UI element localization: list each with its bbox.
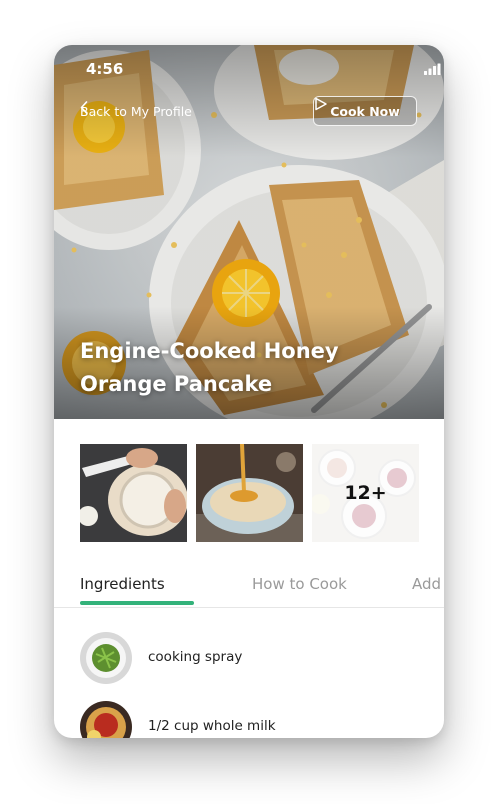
ingredient-label: 1/2 cup whole milk [148, 718, 276, 734]
tab-add[interactable]: Add [412, 575, 441, 593]
tab-ingredients[interactable]: Ingredients [80, 575, 165, 593]
recipe-title: Engine-Cooked Honey Orange Pancake [80, 335, 380, 401]
recipe-title-line-1: Engine-Cooked Honey [80, 339, 339, 363]
back-label: Back to My Profile [80, 103, 192, 119]
back-to-profile-link[interactable]: Back to My Profile [80, 101, 192, 121]
recipe-tabs: Ingredients How to Cook Add [54, 569, 444, 608]
play-icon [315, 97, 327, 111]
ingredient-image [80, 701, 132, 738]
tab-how-to-cook[interactable]: How to Cook [252, 575, 347, 593]
cook-now-button[interactable]: Cook Now [313, 96, 417, 126]
gallery-photo-1[interactable] [80, 444, 187, 542]
chevron-left-icon [80, 101, 88, 114]
status-time: 4:56 [86, 60, 124, 78]
status-bar: 4:56 [86, 59, 441, 79]
more-photos-count: 12+ [312, 444, 419, 542]
recipe-title-line-2: Orange Pancake [80, 372, 273, 396]
ingredient-label: cooking spray [148, 649, 243, 665]
hero-image: 4:56 Back to My Profile Cook Now Engine-… [54, 45, 444, 419]
ingredient-item[interactable]: 1/2 cup whole milk [80, 701, 410, 738]
signal-icon [424, 63, 441, 75]
gallery-photo-2[interactable] [196, 444, 303, 542]
phone-frame: 4:56 Back to My Profile Cook Now Engine-… [54, 45, 444, 738]
gallery-photo-more[interactable]: 12+ [312, 444, 419, 542]
active-tab-indicator [80, 601, 194, 605]
ingredient-item[interactable]: cooking spray [80, 632, 410, 686]
ingredient-image [80, 632, 132, 684]
cook-now-label: Cook Now [330, 103, 400, 119]
